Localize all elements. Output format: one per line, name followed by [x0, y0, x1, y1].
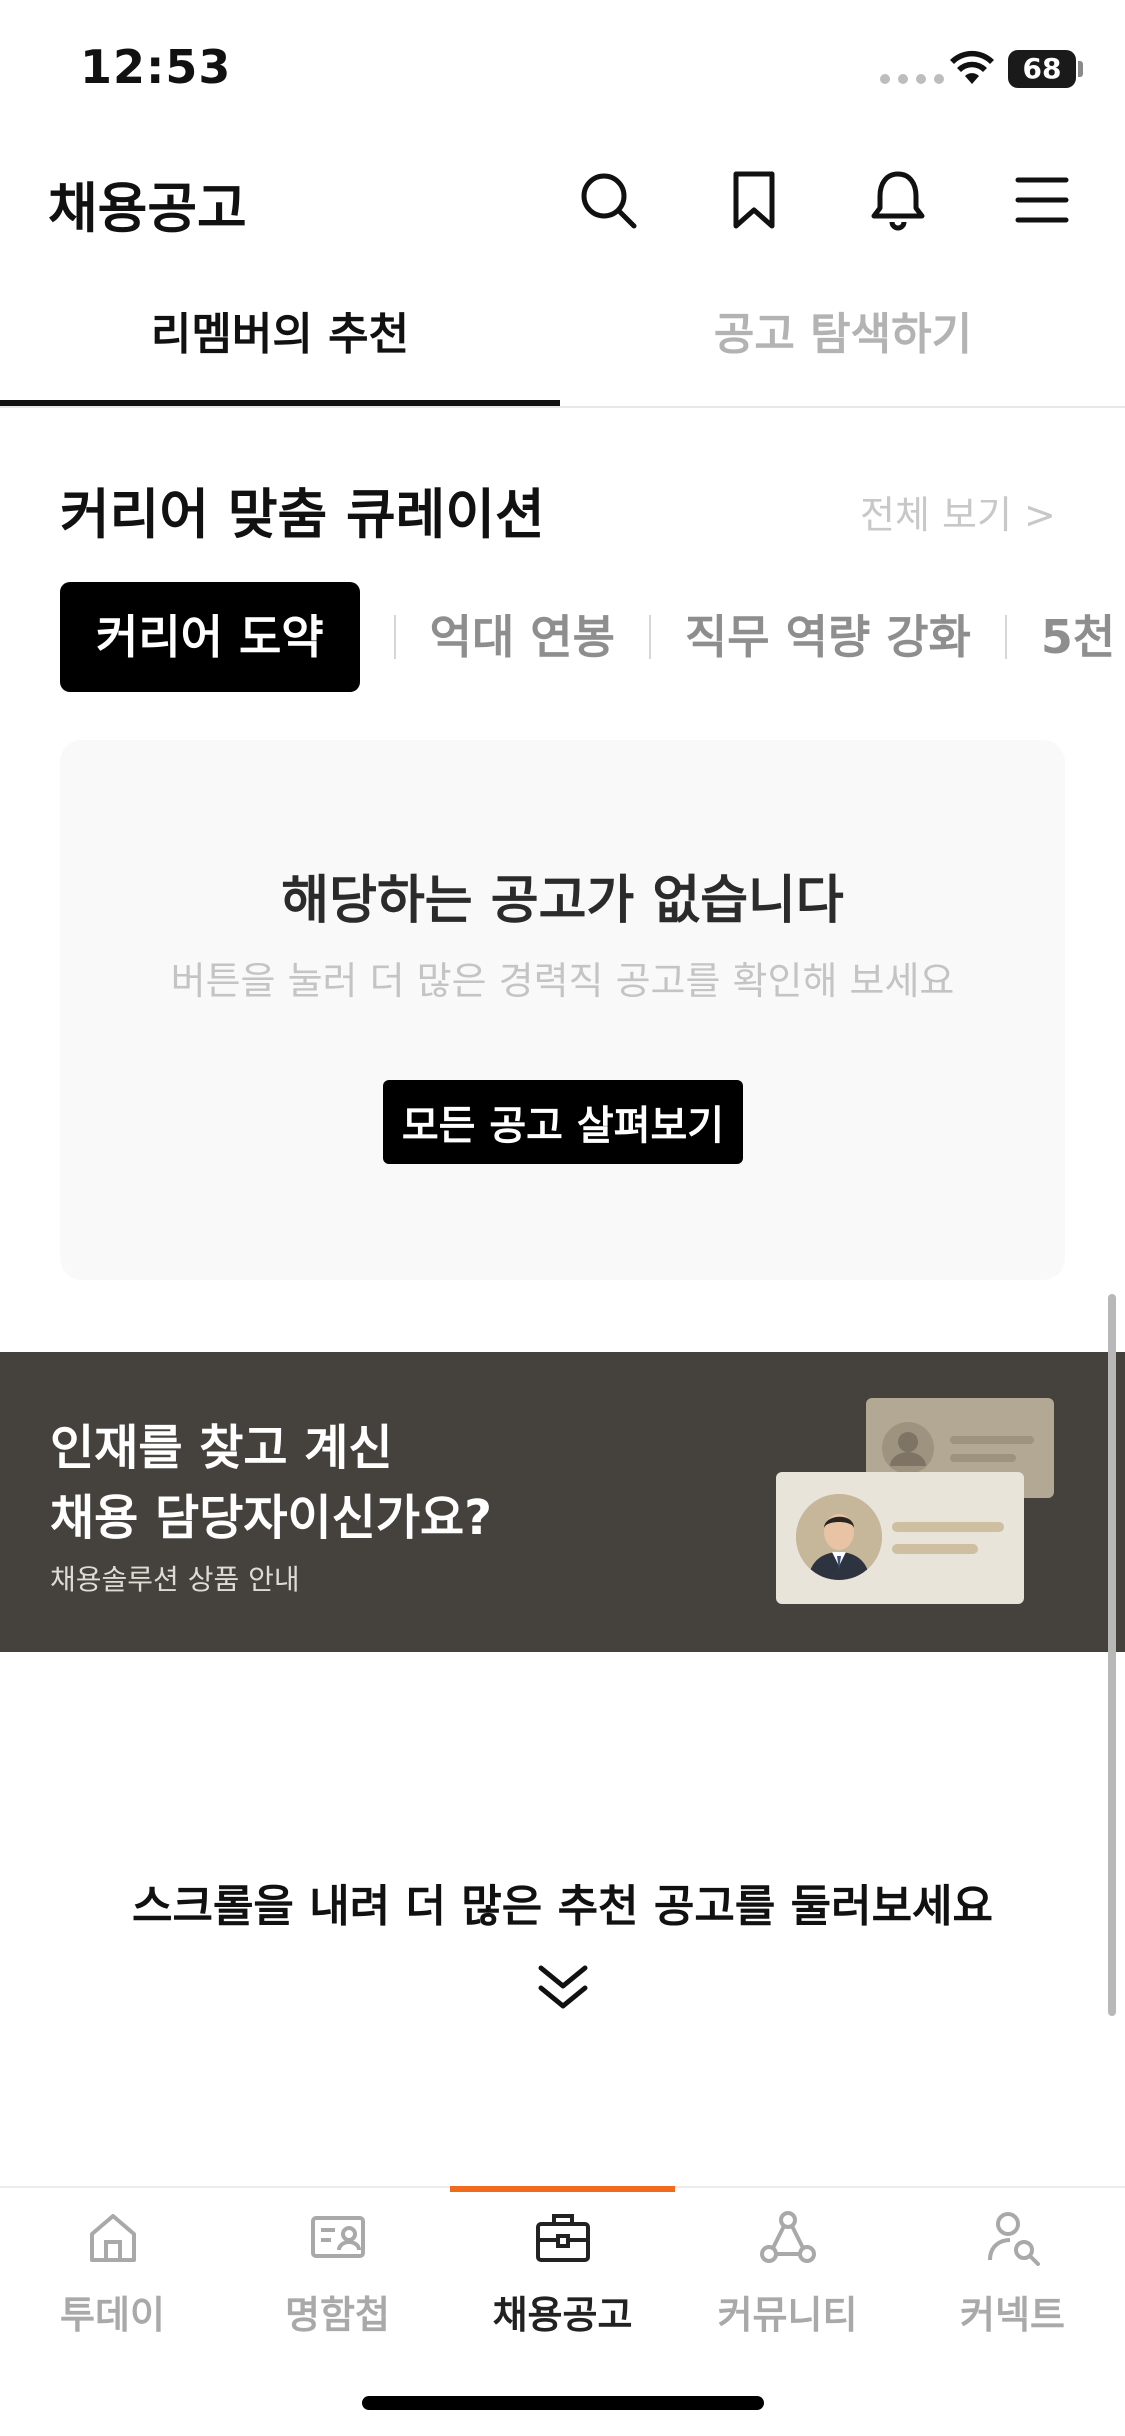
chip-high-salary[interactable]: 억대 연봉 [430, 582, 615, 692]
browse-all-jobs-button[interactable]: 모든 공고 살펴보기 [383, 1080, 743, 1164]
banner-line-1: 인재를 찾고 계신 [50, 1420, 393, 1476]
empty-state-title: 해당하는 공고가 없습니다 [281, 871, 844, 931]
banner-line-2: 채용 담당자이신가요? [50, 1490, 492, 1546]
section-title: 커리어 맞춤 큐레이션 [60, 483, 545, 546]
app-header: 채용공고 [0, 140, 1125, 260]
tab-recommendations[interactable]: 리멤버의 추천 [0, 270, 560, 406]
bell-icon[interactable] [866, 168, 930, 232]
nav-card-book[interactable]: 명함첩 [225, 2188, 450, 2348]
chip-50m-plus[interactable]: 5천 이상 [1041, 582, 1125, 692]
nav-label: 명함첩 [285, 2293, 390, 2337]
cellular-signal-icon [880, 74, 944, 84]
app-screen: 12:53 68 채용공고 리멤버의 추천 공고 탐색하기 커리어 맞춤 큐레이… [0, 0, 1125, 2436]
battery-icon: 68 [1008, 50, 1076, 88]
nav-label: 채용공고 [492, 2293, 633, 2337]
top-tabs: 리멤버의 추천 공고 탐색하기 [0, 270, 1125, 408]
menu-icon[interactable] [1010, 168, 1074, 232]
chip-skill-growth[interactable]: 직무 역량 강화 [685, 582, 971, 692]
search-icon[interactable] [576, 168, 640, 232]
recruiter-banner[interactable]: 인재를 찾고 계신 채용 담당자이신가요? 채용솔루션 상품 안내 [0, 1352, 1125, 1652]
home-icon [90, 2214, 136, 2262]
battery-cap [1078, 61, 1083, 77]
view-all-link[interactable]: 전체 보기 > [860, 484, 1056, 539]
nav-jobs[interactable]: 채용공고 [450, 2188, 675, 2348]
nav-today[interactable]: 투데이 [0, 2188, 225, 2348]
active-tab-underline [0, 400, 560, 406]
nav-label: 커뮤니티 [717, 2293, 858, 2337]
double-chevron-down-icon [538, 1965, 588, 2009]
home-indicator [362, 2396, 764, 2410]
connect-icon [988, 2212, 1040, 2266]
empty-state-card: 해당하는 공고가 없습니다 버튼을 눌러 더 많은 경력직 공고를 확인해 보세… [60, 740, 1065, 1280]
nav-connect[interactable]: 커넥트 [900, 2188, 1125, 2348]
wifi-icon [950, 50, 994, 84]
bookmark-icon[interactable] [722, 168, 786, 232]
chip-career-leap[interactable]: 커리어 도약 [60, 582, 360, 692]
chip-divider [1004, 615, 1007, 659]
nav-community[interactable]: 커뮤니티 [675, 2188, 900, 2348]
chip-divider [648, 615, 651, 659]
chip-divider [393, 615, 396, 659]
banner-subtitle: 채용솔루션 상품 안내 [50, 1563, 300, 1596]
status-time: 12:53 [80, 40, 232, 94]
community-icon [760, 2211, 816, 2263]
scroll-prompt: 스크롤을 내려 더 많은 추천 공고를 둘러보세요 [131, 1881, 994, 1932]
curation-chips: 커리어 도약 억대 연봉 직무 역량 강화 5천 이상 [60, 582, 1125, 692]
business-card-illustration-front [776, 1472, 1024, 1604]
nav-label: 커넥트 [960, 2293, 1065, 2337]
page-title: 채용공고 [48, 177, 247, 240]
card-book-icon [311, 2216, 365, 2258]
nav-label: 투데이 [60, 2293, 165, 2337]
briefcase-icon [536, 2214, 590, 2262]
tab-explore[interactable]: 공고 탐색하기 [563, 270, 1123, 406]
scrollbar[interactable] [1108, 1294, 1116, 2016]
empty-state-subtitle: 버튼을 눌러 더 많은 경력직 공고를 확인해 보세요 [170, 959, 955, 1003]
status-bar: 12:53 68 [0, 0, 1125, 140]
